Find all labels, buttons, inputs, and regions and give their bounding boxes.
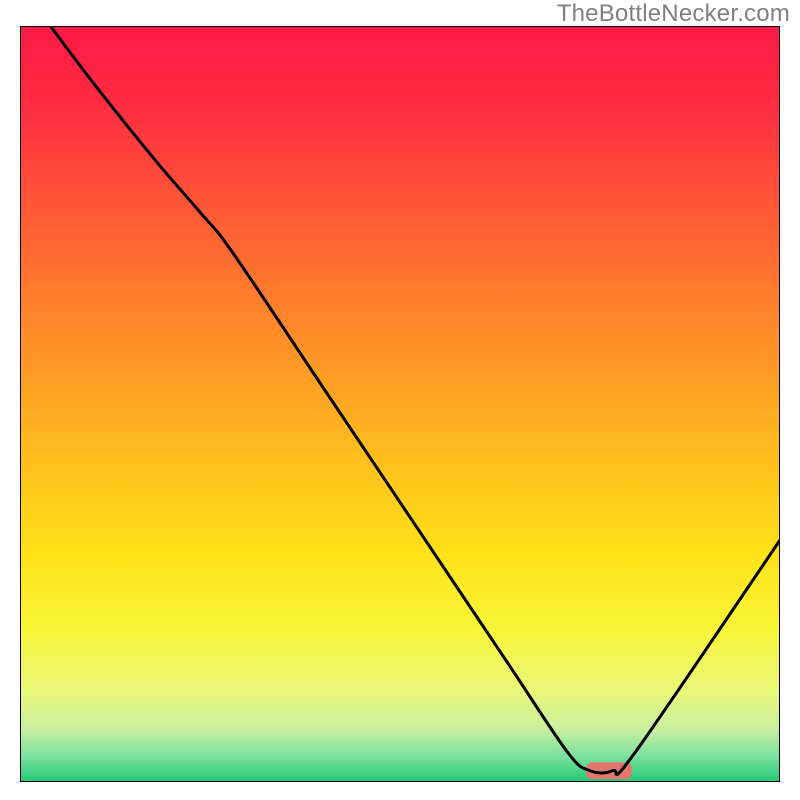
plot-area: [20, 26, 780, 782]
watermark-text: TheBottleNecker.com: [557, 0, 790, 28]
gradient-background: [20, 26, 780, 782]
bottleneck-chart: [20, 26, 780, 782]
chart-container: TheBottleNecker.com: [0, 0, 800, 800]
